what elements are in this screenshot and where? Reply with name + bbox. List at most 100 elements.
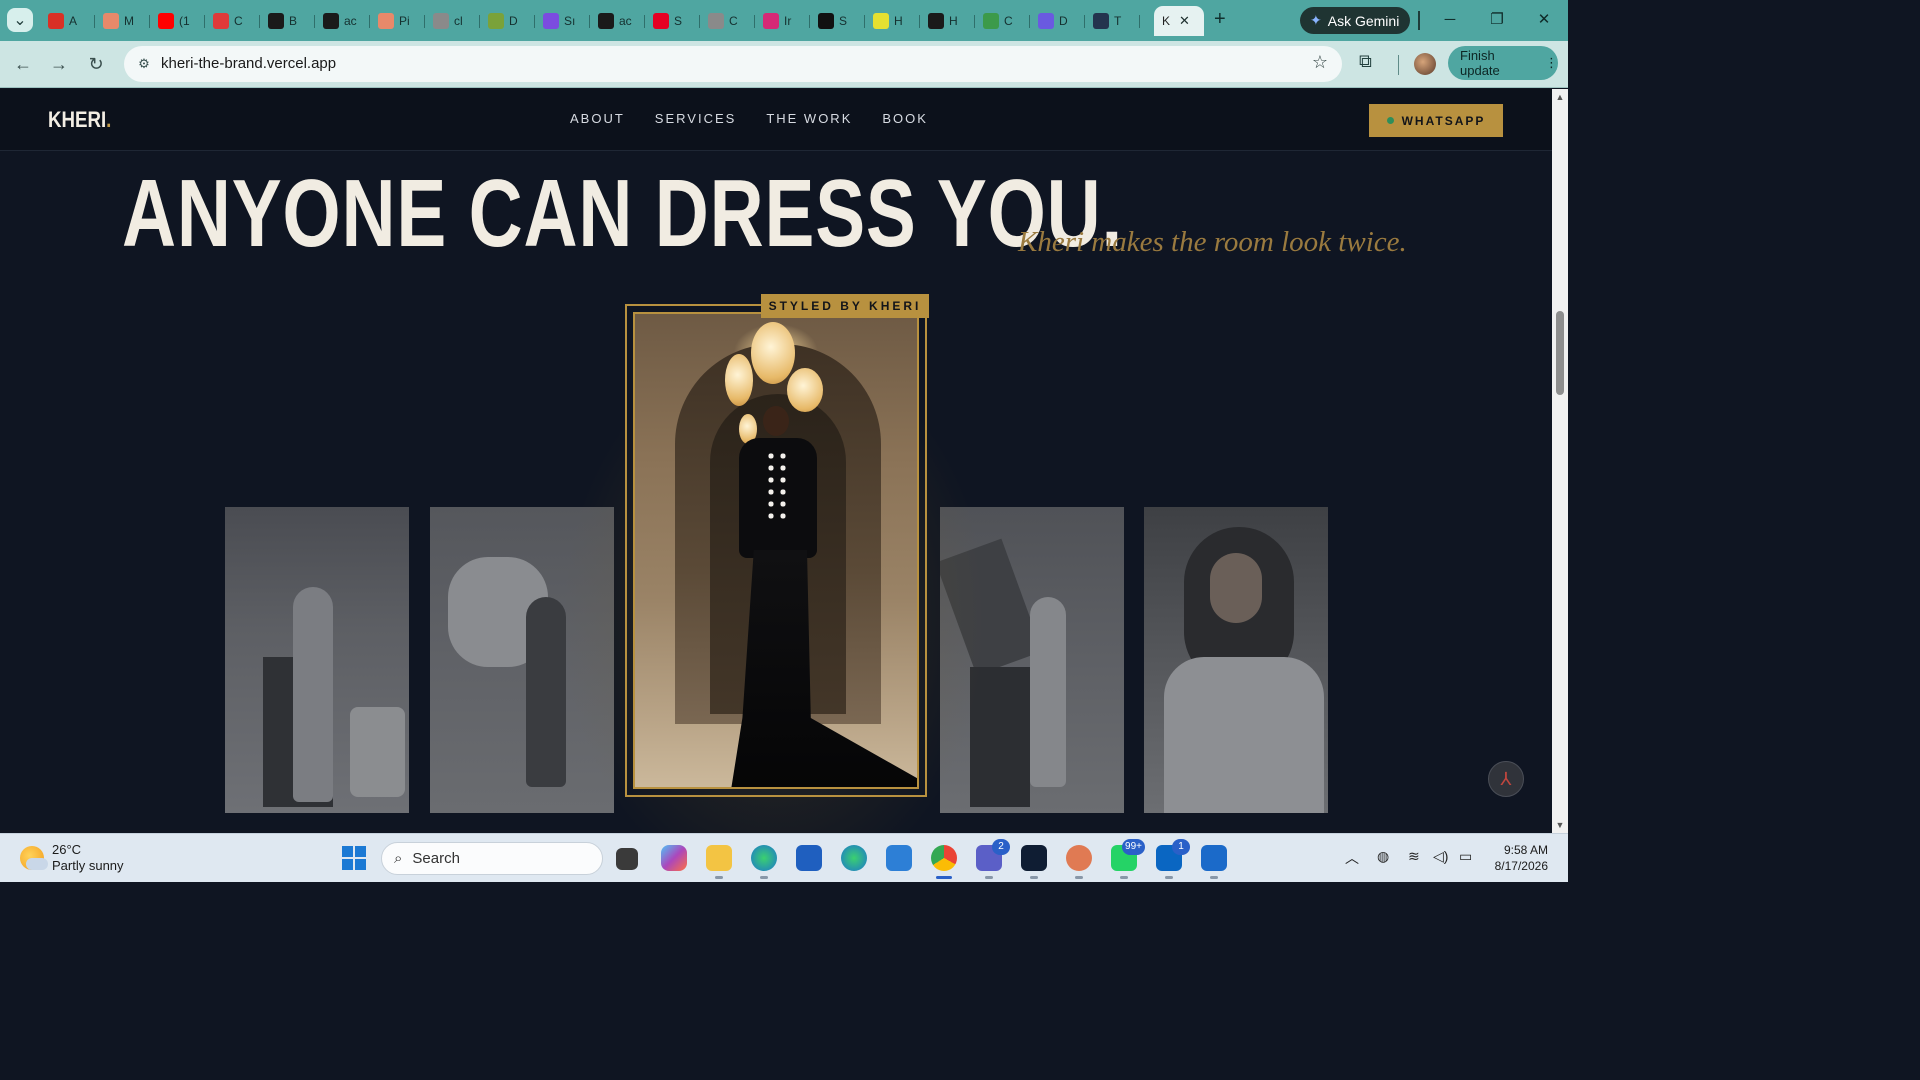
browser-tab[interactable]: B bbox=[260, 6, 315, 36]
arc-app-icon[interactable] bbox=[1021, 845, 1047, 871]
finish-update-button[interactable]: Finish update ⋮ bbox=[1448, 46, 1558, 80]
browser-tab[interactable]: cl bbox=[425, 6, 480, 36]
browser-tab[interactable]: ac bbox=[590, 6, 645, 36]
tab-title: B bbox=[289, 14, 298, 28]
web-page: KHERI. ABOUT SERVICES THE WORK BOOK WHAT… bbox=[0, 89, 1552, 833]
browser-tab[interactable]: D bbox=[1030, 6, 1085, 36]
new-tab-button[interactable]: + bbox=[1214, 8, 1226, 30]
tab-search-button[interactable]: ⌄ bbox=[7, 8, 33, 32]
address-bar[interactable]: ⚙ kheri-the-brand.vercel.app ☆ bbox=[124, 46, 1342, 82]
tray-chevron-icon[interactable]: ︿ bbox=[1345, 848, 1359, 868]
page-scrollbar[interactable]: ▲ ▼ bbox=[1552, 89, 1568, 833]
tab-favicon-icon bbox=[1038, 13, 1054, 29]
battery-icon[interactable]: ▭ bbox=[1459, 848, 1472, 865]
back-arrow-icon[interactable]: ← bbox=[10, 51, 36, 77]
browser-tab[interactable]: C bbox=[700, 6, 755, 36]
file-explorer-icon[interactable] bbox=[706, 845, 732, 871]
browser-tab[interactable]: C bbox=[975, 6, 1030, 36]
chevron-down-icon: ⌄ bbox=[13, 12, 27, 29]
whatsapp-dot-icon bbox=[1386, 117, 1394, 124]
browser-tab[interactable]: M bbox=[95, 6, 150, 36]
edge-dev-icon[interactable] bbox=[751, 845, 777, 871]
tab-favicon-icon bbox=[928, 13, 944, 29]
wifi-icon[interactable]: ≋ bbox=[1408, 848, 1420, 865]
task-view-icon[interactable] bbox=[616, 848, 638, 870]
site-info-icon[interactable]: ⚙ bbox=[134, 54, 154, 74]
running-indicator bbox=[1075, 876, 1083, 879]
url-text[interactable]: kheri-the-brand.vercel.app bbox=[161, 55, 336, 72]
weather-widget[interactable]: 26°C Partly sunny bbox=[20, 842, 124, 874]
tab-active[interactable]: K ✕ bbox=[1154, 6, 1204, 36]
browser-tab[interactable]: S bbox=[810, 6, 865, 36]
browser-tab[interactable]: Ir bbox=[755, 6, 810, 36]
volume-icon[interactable]: ◁) bbox=[1433, 848, 1448, 865]
reload-icon[interactable]: ↻ bbox=[83, 51, 109, 77]
microsoft-store-icon[interactable] bbox=[796, 845, 822, 871]
figure-silhouette bbox=[1030, 597, 1066, 787]
outlook-icon[interactable] bbox=[1201, 845, 1227, 871]
scroll-down-icon[interactable]: ▼ bbox=[1555, 820, 1565, 830]
claude-icon[interactable] bbox=[1066, 845, 1092, 871]
finish-update-label: Finish update bbox=[1460, 48, 1500, 78]
minimize-button[interactable]: ─ bbox=[1430, 6, 1470, 34]
tab-title: S bbox=[839, 14, 848, 28]
browser-tab[interactable]: ac bbox=[315, 6, 370, 36]
tab-favicon-icon bbox=[543, 13, 559, 29]
browser-tab[interactable]: T bbox=[1085, 6, 1140, 36]
ask-gemini-button[interactable]: ✦ Ask Gemini bbox=[1300, 7, 1410, 34]
tab-favicon-icon bbox=[818, 13, 834, 29]
browser-tab[interactable]: H bbox=[865, 6, 920, 36]
site-header: KHERI. ABOUT SERVICES THE WORK BOOK WHAT… bbox=[0, 89, 1552, 151]
scroll-up-icon[interactable]: ▲ bbox=[1555, 92, 1565, 102]
taskbar-search[interactable]: ⌕ Search bbox=[381, 842, 603, 875]
close-tab-icon[interactable]: ✕ bbox=[1179, 13, 1190, 29]
chair-shape bbox=[350, 707, 405, 797]
edge-icon[interactable] bbox=[841, 845, 867, 871]
browser-tab[interactable]: A bbox=[40, 6, 95, 36]
tab-title: Pi bbox=[399, 14, 410, 28]
profile-avatar[interactable] bbox=[1414, 53, 1436, 75]
browser-tab[interactable]: (1 bbox=[150, 6, 205, 36]
restore-button[interactable]: ❐ bbox=[1477, 6, 1517, 34]
copilot-icon[interactable] bbox=[661, 845, 687, 871]
face-shape bbox=[1210, 553, 1262, 623]
nav-the-work[interactable]: THE WORK bbox=[766, 111, 852, 126]
nav-services[interactable]: SERVICES bbox=[655, 111, 737, 126]
featured-photo-frame[interactable] bbox=[625, 304, 927, 797]
linkedin-icon[interactable]: 1 bbox=[1156, 839, 1190, 871]
whatsapp-icon[interactable]: 99+ bbox=[1111, 839, 1145, 871]
tab-title: C bbox=[234, 14, 243, 28]
browser-tab[interactable]: Pi bbox=[370, 6, 425, 36]
tab-favicon-icon bbox=[983, 13, 999, 29]
whatsapp-button[interactable]: WHATSAPP bbox=[1369, 104, 1503, 137]
extensions-icon[interactable]: ⧉ bbox=[1359, 51, 1372, 72]
browser-tab[interactable]: S bbox=[645, 6, 700, 36]
pendant-lamp bbox=[787, 368, 823, 412]
active-indicator bbox=[936, 876, 952, 879]
gallery-photo-1[interactable] bbox=[225, 507, 409, 813]
forward-arrow-icon[interactable]: → bbox=[46, 51, 72, 77]
windows-start-icon[interactable] bbox=[342, 846, 366, 870]
running-indicator bbox=[1030, 876, 1038, 879]
close-window-button[interactable]: ✕ bbox=[1524, 6, 1564, 34]
browser-tab[interactable]: H bbox=[920, 6, 975, 36]
network-status-icon[interactable]: ◍ bbox=[1377, 848, 1389, 865]
site-logo[interactable]: KHERI. bbox=[48, 107, 111, 133]
nav-about[interactable]: ABOUT bbox=[570, 111, 625, 126]
bookmark-star-icon[interactable]: ☆ bbox=[1312, 52, 1328, 73]
gallery-photo-5[interactable] bbox=[1144, 507, 1328, 813]
tab-favicon-icon bbox=[48, 13, 64, 29]
system-clock[interactable]: 9:58 AM 8/17/2026 bbox=[1484, 842, 1548, 874]
outlook-new-icon[interactable] bbox=[886, 845, 912, 871]
clock-time: 9:58 AM bbox=[1503, 843, 1548, 857]
browser-tab[interactable]: D bbox=[480, 6, 535, 36]
running-indicator bbox=[1210, 876, 1218, 879]
browser-tab[interactable]: Sı bbox=[535, 6, 590, 36]
browser-tab[interactable]: C bbox=[205, 6, 260, 36]
running-indicator bbox=[715, 876, 723, 879]
pdf-icon[interactable]: ⅄ bbox=[1488, 761, 1524, 797]
nav-book[interactable]: BOOK bbox=[882, 111, 928, 126]
scrollbar-thumb[interactable] bbox=[1556, 311, 1564, 395]
teams-icon[interactable]: 2 bbox=[976, 839, 1010, 871]
chrome-icon[interactable] bbox=[931, 845, 957, 871]
